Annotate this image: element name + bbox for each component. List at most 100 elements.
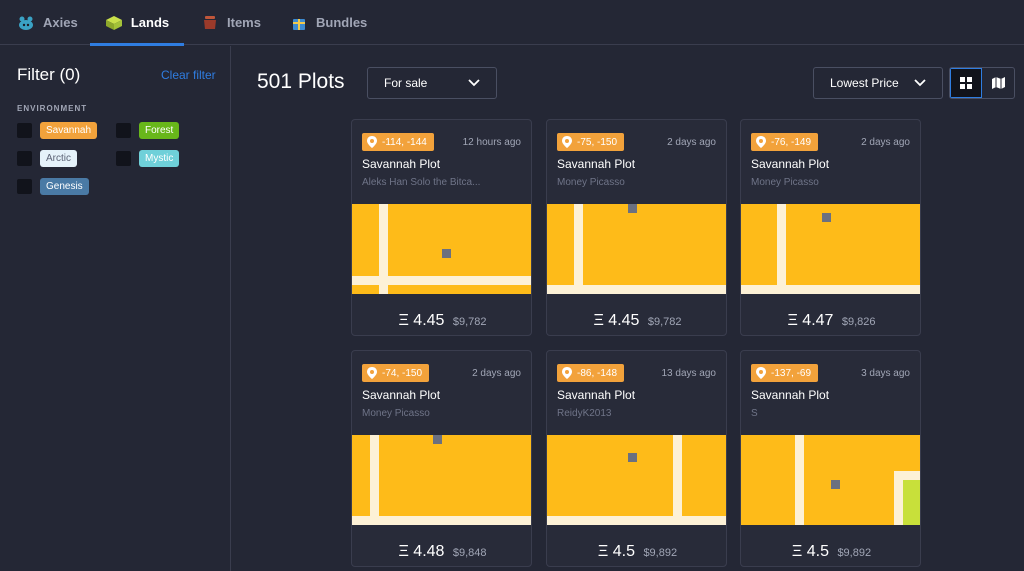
tab-label: Bundles [316,15,368,30]
env-option-arctic[interactable]: Arctic [17,150,77,167]
checkbox[interactable] [17,151,32,166]
eth-price: Ξ 4.5 [791,543,829,560]
map-view-button[interactable] [982,68,1014,98]
usd-price: $9,782 [647,316,682,328]
location-pin-icon [756,367,766,379]
env-badge: Arctic [40,150,77,167]
listing-time: 2 days ago [472,368,521,379]
sort-dropdown[interactable]: Lowest Price [813,67,943,99]
checkbox[interactable] [17,123,32,138]
land-card[interactable]: -86, -148 13 days ago Savannah Plot Reid… [546,350,727,567]
tab-lands[interactable]: Lands [90,0,184,46]
plot-title: Savannah Plot [362,157,441,171]
usd-price: $9,892 [837,547,872,559]
grid-icon [960,77,973,89]
plot-title: Savannah Plot [751,388,830,402]
coordinates-text: -76, -149 [771,136,812,148]
top-nav: Axies Lands Items Bundles [0,0,1024,46]
env-badge: Mystic [139,150,180,167]
location-pin-icon [367,136,377,148]
environment-label: ENVIRONMENT [17,104,88,113]
coordinates-badge: -86, -148 [557,364,625,382]
usd-price: $9,848 [452,547,487,559]
env-option-mystic[interactable]: Mystic [116,150,180,167]
checkbox[interactable] [116,123,131,138]
env-badge: Savannah [40,122,98,139]
plot-title: Savannah Plot [751,157,830,171]
plot-map-preview [741,435,920,525]
status-dropdown-value: For sale [384,76,428,90]
coordinates-text: -114, -144 [382,136,427,148]
usd-price: $9,782 [452,316,487,328]
land-card[interactable]: -114, -144 12 hours ago Savannah Plot Al… [351,119,532,336]
checkbox[interactable] [17,179,32,194]
chevron-down-icon [468,79,480,87]
checkbox[interactable] [116,151,131,166]
location-pin-icon [562,136,572,148]
bundle-icon [293,18,305,30]
price-row: Ξ 4.48 $9,848 [352,543,531,561]
price-row: Ξ 4.45 $9,782 [547,312,726,330]
owner-name: Money Picasso [557,177,625,188]
usd-price: $9,892 [643,547,678,559]
owner-name: Aleks Han Solo the Bitca... [362,177,481,188]
eth-price: Ξ 4.48 [398,543,445,560]
env-option-forest[interactable]: Forest [116,122,180,139]
filter-sidebar: Filter (0) Clear filter ENVIRONMENT Sava… [0,46,231,571]
owner-name: Money Picasso [751,177,819,188]
plot-title: Savannah Plot [557,157,636,171]
coordinates-text: -86, -148 [577,367,618,379]
tab-axies[interactable]: Axies [17,0,78,45]
eth-price: Ξ 4.5 [597,543,635,560]
eth-price: Ξ 4.45 [398,312,445,329]
location-pin-icon [367,367,377,379]
axie-icon [19,16,33,30]
owner-name: ReidyK2013 [557,408,612,419]
listing-time: 2 days ago [667,137,716,148]
listing-time: 12 hours ago [462,137,521,148]
tab-bundles[interactable]: Bundles [290,0,367,45]
price-row: Ξ 4.5 $9,892 [741,543,920,561]
plot-title: Savannah Plot [557,388,636,402]
land-card[interactable]: -75, -150 2 days ago Savannah Plot Money… [546,119,727,336]
listing-time: 3 days ago [861,368,910,379]
land-card[interactable]: -137, -69 3 days ago Savannah Plot S Ξ 4… [740,350,921,567]
eth-price: Ξ 4.45 [593,312,640,329]
land-card[interactable]: -76, -149 2 days ago Savannah Plot Money… [740,119,921,336]
owner-name: Money Picasso [362,408,430,419]
coordinates-badge: -74, -150 [362,364,430,382]
clear-filter-link[interactable]: Clear filter [161,68,216,82]
coordinates-badge: -75, -150 [557,133,625,151]
page-title: 501 Plots [257,70,345,93]
coordinates-text: -74, -150 [382,367,423,379]
location-pin-icon [756,136,766,148]
grid-view-button[interactable] [950,68,983,98]
usd-price: $9,826 [841,316,876,328]
filter-title: Filter (0) [17,65,81,84]
env-badge: Forest [139,122,180,139]
plot-map-preview [547,435,726,525]
land-icon [105,15,122,30]
tab-label: Lands [130,15,170,30]
map-icon [991,77,1005,89]
tab-items[interactable]: Items [201,0,261,45]
plot-map-preview [352,204,531,294]
price-row: Ξ 4.5 $9,892 [547,543,726,561]
view-toggle [949,67,1015,99]
land-card[interactable]: -74, -150 2 days ago Savannah Plot Money… [351,350,532,567]
coordinates-text: -137, -69 [771,367,812,379]
owner-name: S [751,408,758,419]
plot-map-preview [741,204,920,294]
env-option-genesis[interactable]: Genesis [17,178,89,195]
price-row: Ξ 4.45 $9,782 [352,312,531,330]
status-dropdown[interactable]: For sale [367,67,497,99]
sort-dropdown-value: Lowest Price [830,76,899,90]
env-option-savannah[interactable]: Savannah [17,122,98,139]
item-pot-icon [204,15,216,29]
plot-title: Savannah Plot [362,388,441,402]
coordinates-badge: -76, -149 [751,133,819,151]
location-pin-icon [562,367,572,379]
listing-time: 13 days ago [661,368,717,379]
tab-label: Items [227,15,261,30]
plot-map-preview [352,435,531,525]
